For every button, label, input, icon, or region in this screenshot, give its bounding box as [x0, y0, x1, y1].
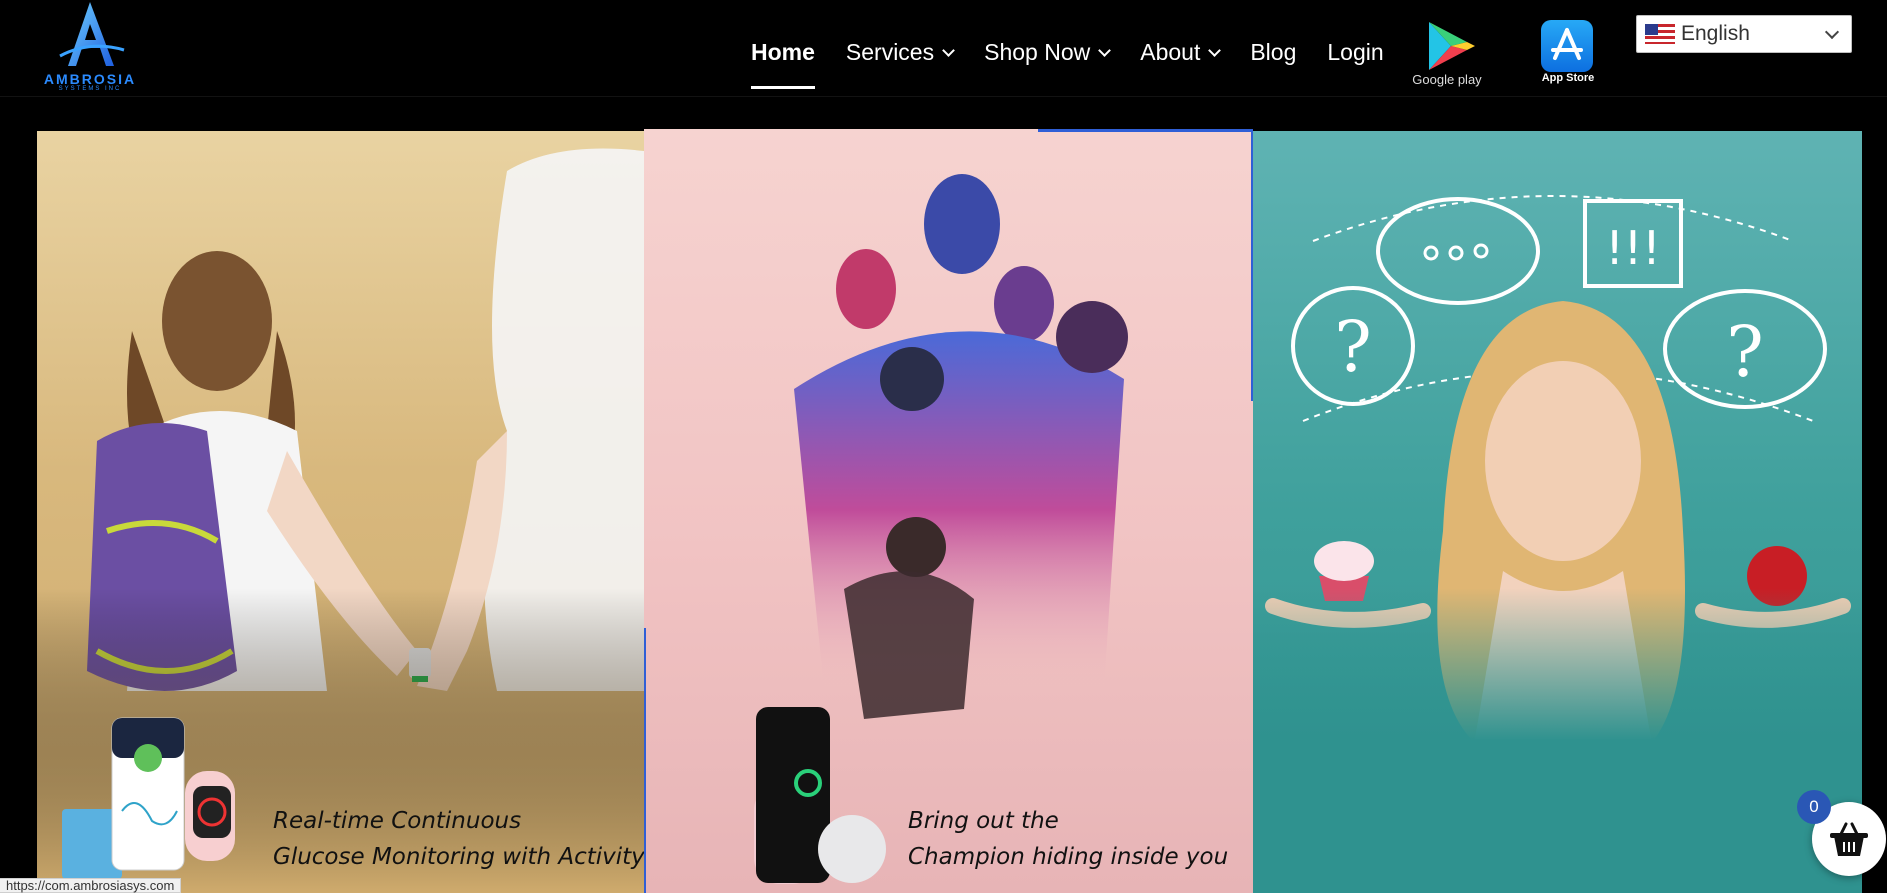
us-flag-icon: [1645, 24, 1675, 44]
slide-glucose-monitoring[interactable]: Real-time Continuous Glucose Monitoring …: [37, 131, 644, 893]
nav-item-label: Shop Now: [984, 39, 1091, 65]
slide-border-accent: [644, 628, 646, 893]
logo-name: AMBROSIA: [43, 71, 137, 87]
slide-food-choices[interactable]: !!! ? ?: [1253, 131, 1862, 893]
app-store-link[interactable]: App Store: [1536, 20, 1600, 90]
chevron-down-icon: [942, 43, 955, 57]
slide-caption-line: Real-time Continuous: [273, 808, 522, 834]
athletes-image: [754, 174, 1128, 884]
woman-thinking-image: !!! ? ?: [1253, 131, 1862, 893]
slide-caption-line: Glucose Monitoring with Activity: [273, 844, 644, 870]
main-nav: Home Services Shop Now About Blog Login: [751, 30, 1415, 89]
chevron-down-icon: [1098, 43, 1112, 57]
app-store-label: App Store: [1541, 72, 1595, 84]
logo-mark-icon: [59, 2, 125, 66]
slide-champion[interactable]: Bring out the Champion hiding inside you: [644, 129, 1253, 893]
nav-item-about[interactable]: About: [1140, 30, 1222, 74]
nav-item-login[interactable]: Login: [1327, 30, 1383, 74]
nav-item-label: About: [1140, 39, 1201, 65]
language-select[interactable]: English: [1636, 15, 1852, 53]
chevron-down-icon: [1824, 24, 1840, 40]
nav-item-shop-now[interactable]: Shop Now: [984, 30, 1112, 74]
nav-item-blog[interactable]: Blog: [1250, 30, 1296, 74]
logo-subtitle: SYSTEMS INC: [58, 86, 122, 92]
chevron-down-icon: [1208, 43, 1222, 57]
slide-caption-line: Champion hiding inside you: [908, 844, 1229, 870]
page: AMBROSIA SYSTEMS INC Home Services Shop …: [0, 0, 1887, 893]
google-play-label: Google play: [1412, 72, 1482, 87]
nav-item-services[interactable]: Services: [845, 30, 955, 74]
slide-border-accent: [1038, 129, 1253, 132]
nav-item-home[interactable]: Home: [751, 30, 815, 89]
cart-count-badge: 0: [1797, 790, 1831, 824]
nav-item-label: Home: [751, 39, 815, 65]
nav-item-label: Blog: [1250, 39, 1297, 65]
nav-item-label: Services: [845, 39, 935, 65]
logo[interactable]: AMBROSIA SYSTEMS INC: [40, 0, 140, 96]
child-holding-hand-image: [37, 131, 644, 893]
language-selected: English: [1681, 22, 1750, 45]
google-play-icon: [1429, 22, 1475, 70]
app-store-icon: [1541, 20, 1593, 72]
nav-item-label: Login: [1327, 39, 1384, 65]
link-status-bar: https://com.ambrosiasys.com: [0, 878, 182, 893]
slide-caption: Bring out the Champion hiding inside you: [908, 803, 1228, 875]
site-header: AMBROSIA SYSTEMS INC Home Services Shop …: [0, 0, 1887, 97]
google-play-link[interactable]: Google play: [1411, 20, 1483, 90]
slide-caption: Real-time Continuous Glucose Monitoring …: [273, 803, 644, 875]
slide-caption-line: Bring out the: [908, 808, 1059, 834]
